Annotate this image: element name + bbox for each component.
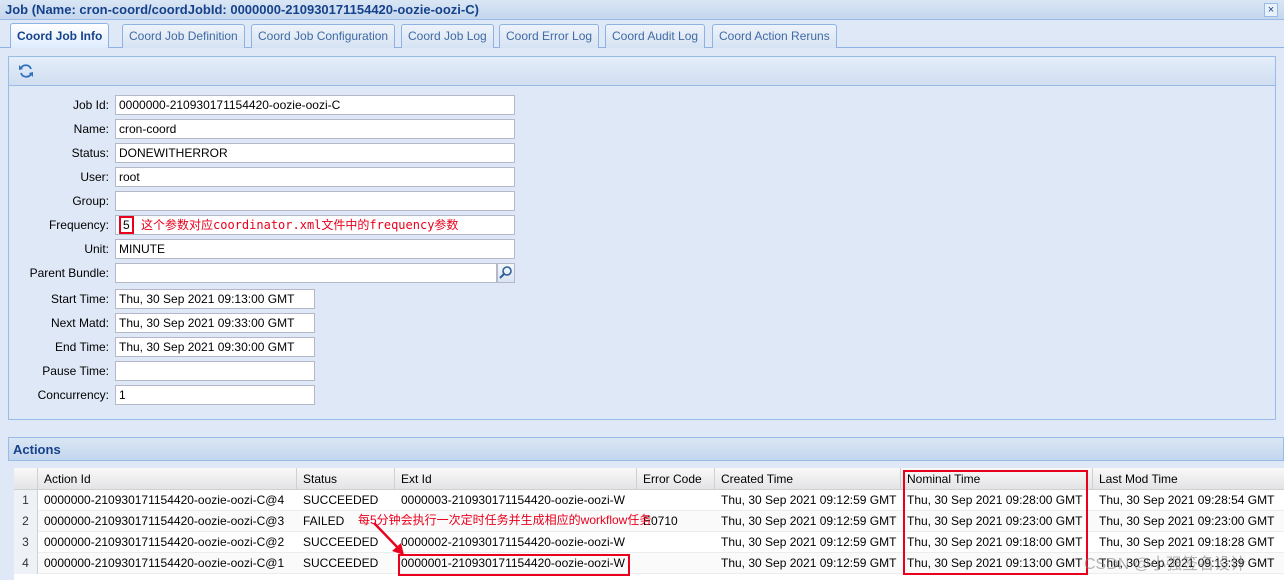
column-nominal-time[interactable]: Nominal Time [901,468,1093,490]
status-label: Status: [71,146,109,160]
group-label: Group: [72,194,109,208]
status-cell: SUCCEEDED [303,493,379,507]
actions-panel-header: Actions [8,437,1284,461]
frequency-annotation: 这个参数对应coordinator.xml文件中的frequency参数 [141,218,459,232]
column-last-mod-time[interactable]: Last Mod Time [1093,468,1284,490]
column-ext-id[interactable]: Ext Id [395,468,637,490]
parent-bundle-field[interactable] [115,263,497,283]
actions-title: Actions [13,442,61,457]
action-id-cell: 0000000-210930171154420-oozie-oozi-C@4 [44,493,285,507]
concurrency-label: Concurrency: [37,388,109,402]
created-time-cell: Thu, 30 Sep 2021 09:12:59 GMT [721,556,897,570]
error-code-cell [637,532,715,553]
nominal-time-cell: Thu, 30 Sep 2021 09:28:00 GMT [907,493,1083,507]
window-title: Job (Name: cron-coord/coordJobId: 000000… [5,2,479,17]
pause-time-label: Pause Time: [42,364,109,378]
error-code-cell [637,553,715,574]
tab-coord-audit-log[interactable]: Coord Audit Log [605,24,706,48]
tab-coord-job-definition[interactable]: Coord Job Definition [122,24,245,48]
ext-id-cell: 0000002-210930171154420-oozie-oozi-W [401,535,625,549]
frequency-label: Frequency: [48,218,109,232]
frequency-field[interactable]: 5 这个参数对应coordinator.xml文件中的frequency参数 [115,215,515,235]
name-label: Name: [73,122,109,136]
table-row[interactable]: 4 0000000-210930171154420-oozie-oozi-C@1… [14,553,1284,574]
search-icon-graphic [499,266,512,279]
column-created-time[interactable]: Created Time [715,468,901,490]
unit-field[interactable]: MINUTE [115,239,515,259]
parent-bundle-label: Parent Bundle: [29,266,109,280]
tab-coord-action-reruns[interactable]: Coord Action Reruns [712,24,837,48]
user-field[interactable]: root [115,167,515,187]
grid-header: Action Id Status Ext Id Error Code Creat… [14,468,1284,490]
action-id-cell: 0000000-210930171154420-oozie-oozi-C@2 [44,535,285,549]
next-matd-field[interactable]: Thu, 30 Sep 2021 09:33:00 GMT [115,313,315,333]
nominal-time-cell: Thu, 30 Sep 2021 09:23:00 GMT [907,514,1083,528]
workflow-annotation: 每5分钟会执行一次定时任务并生成相应的workflow任务 [358,513,652,527]
tab-bar: Coord Job Info Coord Job Definition Coor… [0,20,1284,48]
last-mod-time-cell: Thu, 30 Sep 2021 09:28:54 GMT [1099,493,1275,507]
job-window: Job (Name: cron-coord/coordJobId: 000000… [0,0,1284,580]
table-row[interactable]: 3 0000000-210930171154420-oozie-oozi-C@2… [14,532,1284,553]
start-time-field[interactable]: Thu, 30 Sep 2021 09:13:00 GMT [115,289,315,309]
last-mod-time-cell: Thu, 30 Sep 2021 09:13:39 GMT [1099,556,1275,570]
created-time-cell: Thu, 30 Sep 2021 09:12:59 GMT [721,514,897,528]
job-id-field[interactable]: 0000000-210930171154420-oozie-oozi-C [115,95,515,115]
refresh-icon[interactable] [17,63,35,81]
frequency-value: 5 [119,216,134,234]
refresh-icon-graphic [19,64,33,78]
pause-time-field[interactable] [115,361,315,381]
name-field[interactable]: cron-coord [115,119,515,139]
row-number: 3 [14,532,38,553]
window-titlebar: Job (Name: cron-coord/coordJobId: 000000… [0,0,1284,20]
user-label: User: [80,170,109,184]
tab-coord-job-configuration[interactable]: Coord Job Configuration [251,24,396,48]
job-id-label: Job Id: [72,98,109,112]
action-id-cell: 0000000-210930171154420-oozie-oozi-C@3 [44,514,285,528]
error-code-cell [637,490,715,511]
concurrency-field[interactable]: 1 [115,385,315,405]
group-field[interactable] [115,191,515,211]
start-time-label: Start Time: [50,292,109,306]
nominal-time-cell: Thu, 30 Sep 2021 09:18:00 GMT [907,535,1083,549]
row-number: 2 [14,511,38,532]
ext-id-cell: 0000001-210930171154420-oozie-oozi-W [401,556,625,570]
created-time-cell: Thu, 30 Sep 2021 09:12:59 GMT [721,493,897,507]
column-status[interactable]: Status [297,468,395,490]
tab-coord-job-log[interactable]: Coord Job Log [401,24,494,48]
action-id-cell: 0000000-210930171154420-oozie-oozi-C@1 [44,556,285,570]
rownum-header [14,468,38,490]
table-row[interactable]: 1 0000000-210930171154420-oozie-oozi-C@4… [14,490,1284,511]
info-toolbar [9,57,1275,86]
status-field[interactable]: DONEWITHERROR [115,143,515,163]
next-matd-label: Next Matd: [50,316,109,330]
row-number: 1 [14,490,38,511]
tab-coord-job-info[interactable]: Coord Job Info [10,23,110,48]
nominal-time-cell: Thu, 30 Sep 2021 09:13:00 GMT [907,556,1083,570]
column-error-code[interactable]: Error Code [637,468,715,490]
tab-coord-error-log[interactable]: Coord Error Log [499,24,600,48]
search-icon[interactable] [497,263,515,283]
column-action-id[interactable]: Action Id [38,468,297,490]
row-number: 4 [14,553,38,574]
close-icon[interactable]: × [1264,3,1278,17]
last-mod-time-cell: Thu, 30 Sep 2021 09:23:00 GMT [1099,514,1275,528]
end-time-label: End Time: [54,340,109,354]
last-mod-time-cell: Thu, 30 Sep 2021 09:18:28 GMT [1099,535,1275,549]
end-time-field[interactable]: Thu, 30 Sep 2021 09:30:00 GMT [115,337,315,357]
ext-id-cell: 0000003-210930171154420-oozie-oozi-W [401,493,625,507]
unit-label: Unit: [84,242,109,256]
created-time-cell: Thu, 30 Sep 2021 09:12:59 GMT [721,535,897,549]
